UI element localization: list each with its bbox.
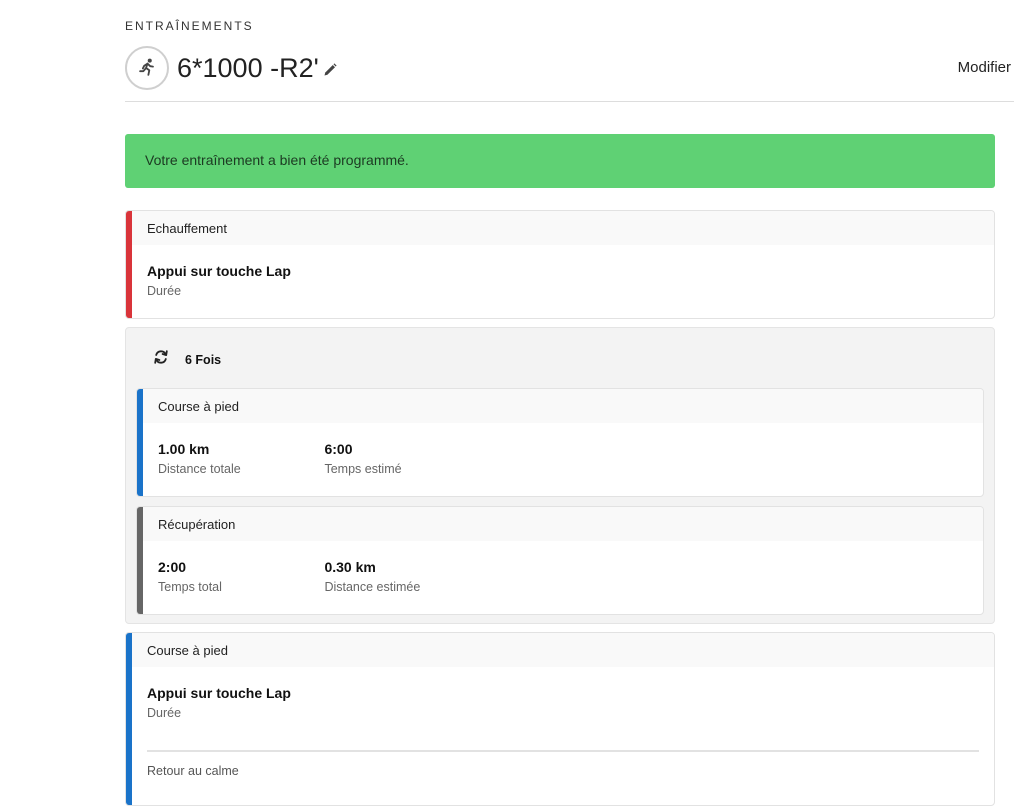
- page-title: 6*1000 -R2': [177, 53, 319, 83]
- metric-label: Distance estimée: [324, 580, 421, 594]
- divider: [147, 750, 979, 752]
- step-metric: 2:00 Temps total: [158, 558, 320, 594]
- metric-label: Durée: [147, 706, 182, 720]
- step-color-bar: [137, 507, 143, 614]
- step-type: Récupération: [137, 507, 983, 541]
- pencil-icon[interactable]: [322, 62, 338, 78]
- repeat-icon: [152, 348, 170, 371]
- step-metric: Appui sur touche Lap Durée: [147, 684, 291, 720]
- step-color-bar: [126, 211, 132, 318]
- step-run[interactable]: Course à pied 1.00 km Distance totale 6:…: [136, 388, 984, 497]
- step-type: Course à pied: [137, 389, 983, 423]
- metric-value: 6:00: [324, 441, 353, 457]
- step-metric: 1.00 km Distance totale: [158, 440, 320, 476]
- breadcrumb[interactable]: ENTRAÎNEMENTS: [125, 19, 254, 33]
- step-metric: Appui sur touche Lap Durée: [147, 262, 291, 298]
- step-color-bar: [126, 633, 132, 805]
- repeat-count: 6 Fois: [185, 352, 222, 367]
- step-metric: 6:00 Temps estimé: [324, 440, 401, 476]
- page-header: 6*1000 -R2' Modifier: [125, 46, 1014, 102]
- metric-label: Temps total: [158, 580, 222, 594]
- step-metric: 0.30 km Distance estimée: [324, 558, 420, 594]
- step-note: Retour au calme: [147, 764, 239, 778]
- modify-button[interactable]: Modifier: [958, 59, 1011, 76]
- metric-label: Durée: [147, 284, 182, 298]
- success-alert: Votre entraînement a bien été programmé.: [125, 134, 995, 188]
- repeat-group[interactable]: 6 Fois Course à pied 1.00 km Distance to…: [125, 327, 995, 624]
- step-type: Echauffement: [126, 211, 994, 245]
- metric-value: 0.30 km: [324, 559, 376, 575]
- metric-value: Appui sur touche Lap: [147, 685, 291, 701]
- step-color-bar: [137, 389, 143, 496]
- metric-label: Distance totale: [158, 462, 241, 476]
- step-warmup[interactable]: Echauffement Appui sur touche Lap Durée: [125, 210, 995, 319]
- step-type: Course à pied: [126, 633, 994, 667]
- step-recovery[interactable]: Récupération 2:00 Temps total 0.30 km Di…: [136, 506, 984, 615]
- running-person-icon: [125, 46, 169, 90]
- metric-label: Temps estimé: [324, 462, 402, 476]
- step-cooldown[interactable]: Course à pied Appui sur touche Lap Durée…: [125, 632, 995, 806]
- repeat-header: 6 Fois: [152, 348, 221, 371]
- metric-value: Appui sur touche Lap: [147, 263, 291, 279]
- metric-value: 1.00 km: [158, 441, 210, 457]
- metric-value: 2:00: [158, 559, 187, 575]
